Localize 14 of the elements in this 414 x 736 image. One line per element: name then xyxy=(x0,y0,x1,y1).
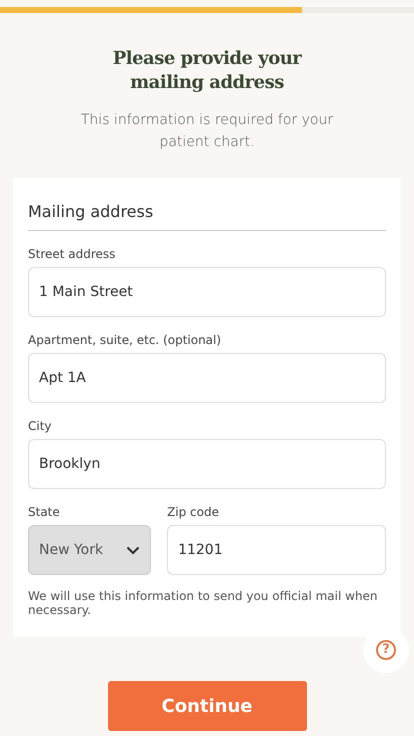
input-field[interactable]: Brooklyn xyxy=(28,439,386,489)
input-field[interactable]: 11201 xyxy=(167,525,386,575)
input-field[interactable]: 1 Main Street xyxy=(28,267,386,317)
section-title: Mailing address xyxy=(28,200,386,231)
page-heading: Please provide your mailing address xyxy=(112,47,303,95)
chevron-down-icon xyxy=(126,546,140,554)
field-label: Zip code xyxy=(167,504,220,521)
subtitle: This information is required for your patient chart. xyxy=(80,111,334,152)
field-label: State xyxy=(28,504,61,521)
field-label: Street address xyxy=(28,246,116,263)
field-label: Apartment, suite, etc. (optional) xyxy=(28,332,222,349)
field-label: City xyxy=(28,418,53,435)
input-field[interactable]: Apt 1A xyxy=(28,353,386,403)
note-text: We will use this information to send you official mail when necessary. xyxy=(28,589,379,617)
